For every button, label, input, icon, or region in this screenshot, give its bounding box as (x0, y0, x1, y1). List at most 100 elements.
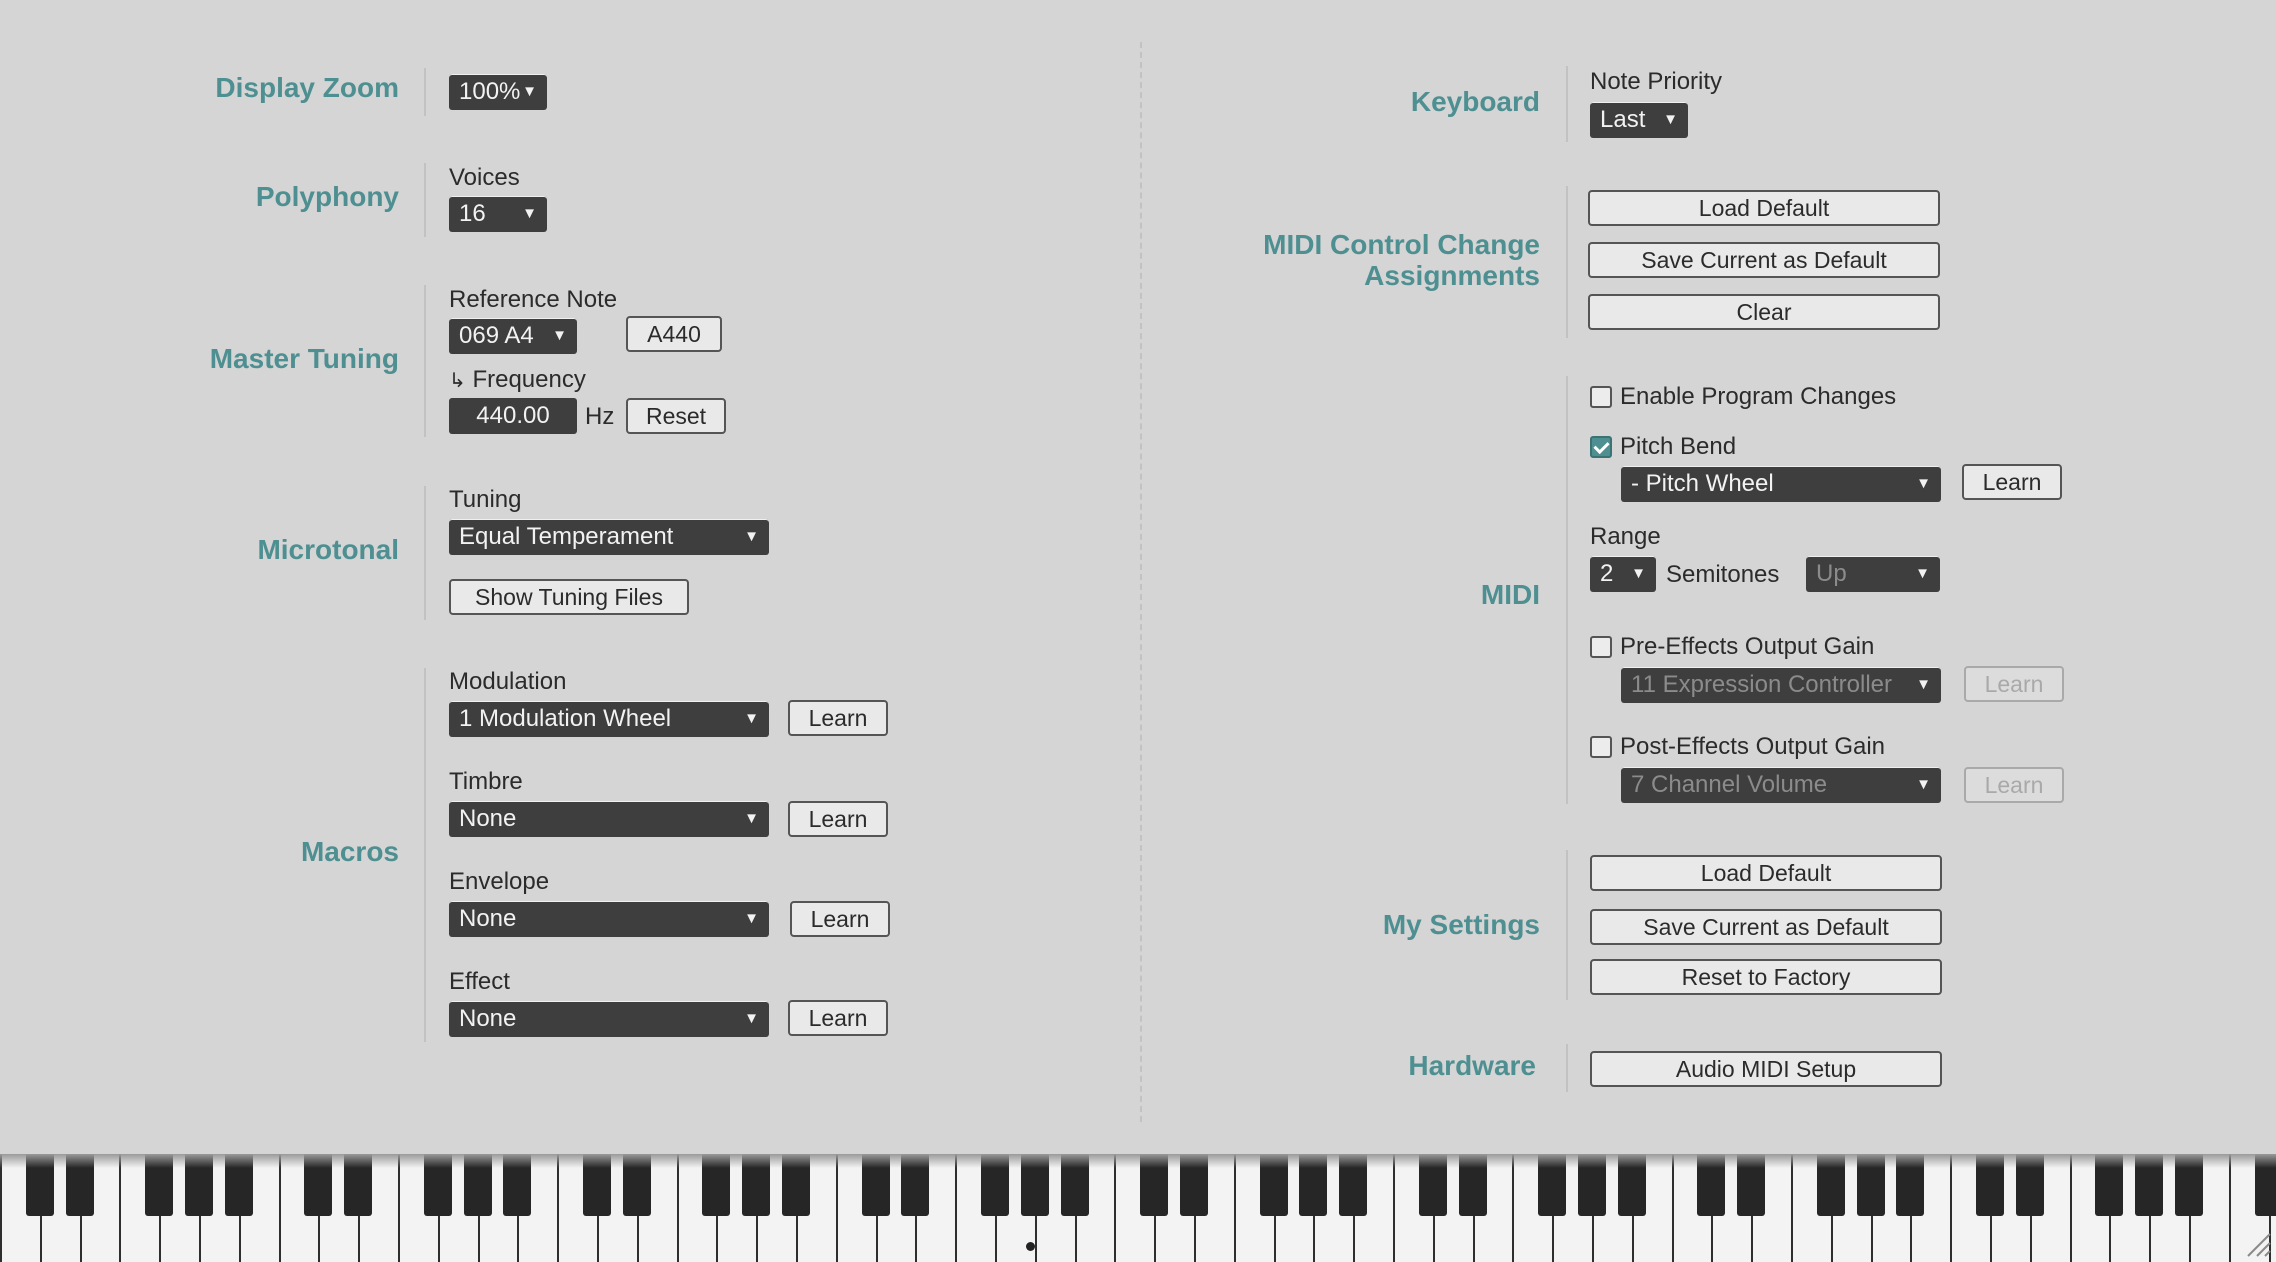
black-key[interactable] (145, 1154, 174, 1216)
black-key[interactable] (1140, 1154, 1169, 1216)
black-key[interactable] (1020, 1154, 1049, 1216)
pitch-bend-checkbox[interactable] (1590, 436, 1612, 458)
black-key[interactable] (423, 1154, 452, 1216)
column-divider (1140, 42, 1142, 1122)
black-key[interactable] (1339, 1154, 1368, 1216)
my-settings-save-default-button[interactable]: Save Current as Default (1590, 909, 1942, 945)
frequency-label-row: ↳ Frequency (449, 366, 586, 395)
macro-effect-value: None (459, 1005, 517, 1032)
chevron-down-icon: ▼ (1631, 565, 1646, 582)
macro-modulation-dropdown[interactable]: 1 Modulation Wheel ▼ (449, 701, 769, 737)
a440-button[interactable]: A440 (626, 316, 722, 352)
pre-effects-gain-label: Pre-Effects Output Gain (1620, 633, 1875, 660)
section-divider (424, 163, 426, 237)
macro-envelope-dropdown[interactable]: None ▼ (449, 901, 769, 937)
black-key[interactable] (2254, 1154, 2276, 1216)
display-zoom-dropdown[interactable]: 100% ▼ (449, 74, 547, 110)
black-key[interactable] (861, 1154, 890, 1216)
black-key[interactable] (702, 1154, 731, 1216)
macro-envelope-learn-button[interactable]: Learn (790, 901, 890, 937)
macro-modulation-learn-button[interactable]: Learn (788, 700, 888, 736)
macro-effect-dropdown[interactable]: None ▼ (449, 1001, 769, 1037)
black-key[interactable] (742, 1154, 771, 1216)
note-priority-dropdown[interactable]: Last ▼ (1590, 102, 1688, 138)
pitch-bend-learn-button[interactable]: Learn (1962, 464, 2062, 500)
reset-tuning-button[interactable]: Reset (626, 398, 726, 434)
black-key[interactable] (901, 1154, 930, 1216)
black-key[interactable] (344, 1154, 373, 1216)
range-value: 2 (1600, 560, 1614, 587)
black-key[interactable] (583, 1154, 611, 1216)
tuning-dropdown[interactable]: Equal Temperament ▼ (449, 519, 769, 555)
post-effects-gain-source-dropdown[interactable]: 7 Channel Volume ▼ (1621, 767, 1941, 803)
black-key[interactable] (1976, 1154, 2004, 1216)
black-key[interactable] (1737, 1154, 1766, 1216)
audio-midi-setup-button[interactable]: Audio MIDI Setup (1590, 1051, 1942, 1087)
black-key[interactable] (2095, 1154, 2124, 1216)
black-key[interactable] (2135, 1154, 2164, 1216)
midi-cc-load-default-button[interactable]: Load Default (1588, 190, 1940, 226)
black-key[interactable] (1816, 1154, 1845, 1216)
macro-timbre-learn-button[interactable]: Learn (788, 801, 888, 837)
midi-cc-clear-button[interactable]: Clear (1588, 294, 1940, 330)
macro-effect-learn-button[interactable]: Learn (788, 1000, 888, 1036)
macro-timbre-dropdown[interactable]: None ▼ (449, 801, 769, 837)
display-zoom-value: 100% (459, 78, 521, 105)
resize-grip-icon[interactable] (2242, 1228, 2272, 1258)
hz-unit-label: Hz (585, 403, 615, 430)
frequency-input[interactable]: 440.00 (449, 398, 577, 434)
pre-effects-gain-learn-button[interactable]: Learn (1964, 666, 2064, 702)
pre-effects-gain-checkbox[interactable] (1590, 636, 1612, 658)
reset-to-factory-button[interactable]: Reset to Factory (1590, 959, 1942, 995)
pitch-bend-source-dropdown[interactable]: - Pitch Wheel ▼ (1621, 466, 1941, 502)
pre-effects-gain-source-value: 11 Expression Controller (1631, 671, 1893, 698)
black-key[interactable] (782, 1154, 810, 1216)
note-priority-label: Note Priority (1590, 68, 1723, 95)
post-effects-gain-checkbox[interactable] (1590, 736, 1612, 758)
voices-dropdown[interactable]: 16 ▼ (449, 196, 547, 232)
black-key[interactable] (65, 1154, 94, 1216)
chevron-down-icon: ▼ (744, 528, 759, 545)
chevron-down-icon: ▼ (522, 83, 537, 100)
black-key[interactable] (981, 1154, 1009, 1216)
black-key[interactable] (1896, 1154, 1925, 1216)
reference-note-value: 069 A4 (459, 322, 534, 349)
black-key[interactable] (1578, 1154, 1606, 1216)
black-key[interactable] (224, 1154, 253, 1216)
black-key[interactable] (1458, 1154, 1487, 1216)
post-effects-gain-learn-button[interactable]: Learn (1964, 767, 2064, 803)
chevron-down-icon: ▼ (1663, 111, 1678, 128)
black-key[interactable] (304, 1154, 333, 1216)
black-key[interactable] (463, 1154, 492, 1216)
black-key[interactable] (503, 1154, 532, 1216)
middle-c-marker (1026, 1242, 1035, 1251)
section-divider (424, 68, 426, 116)
black-key[interactable] (622, 1154, 651, 1216)
black-key[interactable] (1617, 1154, 1646, 1216)
black-key[interactable] (1180, 1154, 1208, 1216)
black-key[interactable] (2015, 1154, 2044, 1216)
black-key[interactable] (1299, 1154, 1328, 1216)
reference-note-dropdown[interactable]: 069 A4 ▼ (449, 318, 577, 354)
black-key[interactable] (1060, 1154, 1089, 1216)
black-key[interactable] (2175, 1154, 2203, 1216)
my-settings-load-default-button[interactable]: Load Default (1590, 855, 1942, 891)
range-dropdown[interactable]: 2 ▼ (1590, 556, 1656, 592)
black-key[interactable] (1259, 1154, 1288, 1216)
range-direction-dropdown[interactable]: Up ▼ (1806, 556, 1940, 592)
chevron-down-icon: ▼ (552, 327, 567, 344)
section-divider (424, 668, 426, 1042)
black-key[interactable] (1697, 1154, 1726, 1216)
black-key[interactable] (25, 1154, 54, 1216)
midi-cc-save-default-button[interactable]: Save Current as Default (1588, 242, 1940, 278)
show-tuning-files-button[interactable]: Show Tuning Files (449, 579, 689, 615)
black-key[interactable] (1418, 1154, 1447, 1216)
pre-effects-gain-source-dropdown[interactable]: 11 Expression Controller ▼ (1621, 667, 1941, 703)
chevron-down-icon: ▼ (744, 710, 759, 727)
section-divider (424, 486, 426, 620)
piano-keyboard[interactable] (0, 1154, 2276, 1262)
black-key[interactable] (185, 1154, 213, 1216)
black-key[interactable] (1538, 1154, 1567, 1216)
black-key[interactable] (1856, 1154, 1885, 1216)
enable-program-changes-checkbox[interactable] (1590, 386, 1612, 408)
